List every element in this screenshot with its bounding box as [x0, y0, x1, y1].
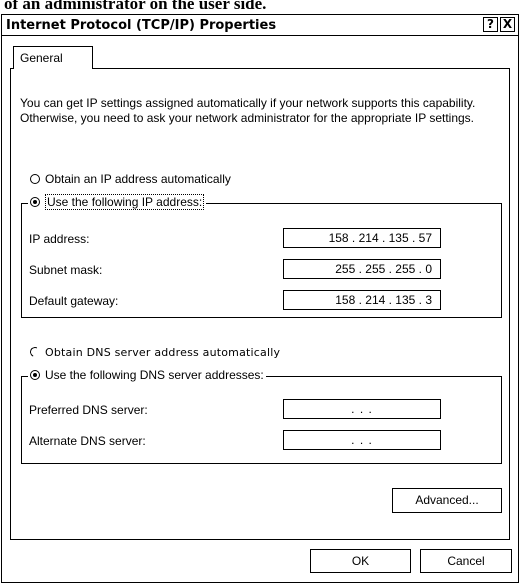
tab-general-label: General — [20, 51, 63, 65]
cancel-button[interactable]: Cancel — [420, 549, 512, 573]
ip-address-label: IP address: — [29, 232, 90, 246]
use-following-ip-radio[interactable] — [30, 196, 40, 207]
obtain-dns-auto-radio[interactable] — [28, 345, 42, 359]
preferred-dns-label: Preferred DNS server: — [29, 403, 148, 417]
use-following-dns-option[interactable]: Use the following DNS server addresses: — [28, 368, 266, 384]
subnet-mask-input[interactable]: 255 . 255 . 255 . 0 — [283, 259, 441, 279]
tcpip-properties-dialog: Internet Protocol (TCP/IP) Properties ? … — [1, 14, 519, 583]
obtain-ip-auto-label: Obtain an IP address automatically — [45, 172, 231, 186]
preferred-dns-input[interactable]: . . . — [283, 399, 441, 419]
use-following-dns-radio[interactable] — [30, 369, 40, 380]
obtain-ip-auto-radio[interactable] — [30, 173, 40, 184]
default-gateway-input[interactable]: 158 . 214 . 135 . 3 — [283, 290, 441, 310]
use-following-ip-option[interactable]: Use the following IP address: — [28, 194, 207, 211]
tab-general[interactable]: General — [13, 46, 93, 69]
caption-strip: of an administrator on the user side. — [0, 0, 522, 14]
title-bar: Internet Protocol (TCP/IP) Properties ? … — [2, 15, 518, 36]
advanced-button[interactable]: Advanced... — [392, 488, 502, 513]
general-tab-panel: You can get IP settings assigned automat… — [10, 68, 510, 540]
description-text: You can get IP settings assigned automat… — [20, 96, 476, 125]
default-gateway-label: Default gateway: — [29, 294, 119, 308]
alternate-dns-label: Alternate DNS server: — [29, 434, 146, 448]
dns-server-group — [21, 376, 502, 464]
help-button[interactable]: ? — [483, 17, 498, 32]
ip-address-input[interactable]: 158 . 214 . 135 . 57 — [283, 228, 441, 248]
use-following-dns-label: Use the following DNS server addresses: — [45, 368, 264, 382]
close-button[interactable]: X — [500, 17, 515, 32]
subnet-mask-label: Subnet mask: — [29, 263, 103, 277]
alternate-dns-input[interactable]: . . . — [283, 430, 441, 450]
caption-text: of an administrator on the user side. — [4, 0, 267, 13]
ok-button[interactable]: OK — [310, 549, 411, 573]
obtain-ip-auto-option[interactable]: Obtain an IP address automatically — [30, 172, 231, 188]
window-title: Internet Protocol (TCP/IP) Properties — [6, 18, 277, 33]
obtain-dns-auto-label: Obtain DNS server address automatically — [45, 346, 281, 359]
obtain-dns-auto-option[interactable]: Obtain DNS server address automatically — [28, 345, 281, 361]
use-following-ip-label: Use the following IP address: — [45, 194, 205, 210]
